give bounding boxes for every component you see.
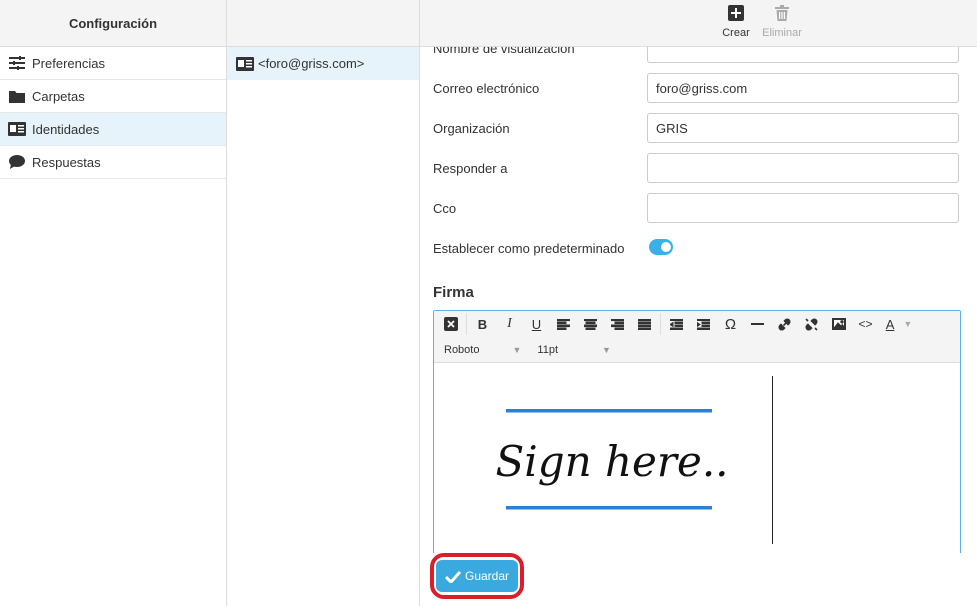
sidebar-item-preferences[interactable]: Preferencias [0,47,226,80]
font-family-select[interactable]: Roboto ▼ [444,344,521,356]
display-name-row: Nombre de visualización [433,47,960,65]
identity-form: Nombre de visualización Correo electróni… [420,47,977,553]
signature-image: Sign here.. [492,401,732,521]
email-input[interactable] [647,73,959,103]
folder-icon [8,87,26,105]
reply-to-label: Responder a [433,161,508,176]
reply-to-input[interactable] [647,153,959,183]
font-size-select[interactable]: 11pt ▼ [537,344,611,356]
editor-toolbar: B I U Ω <> A ▼ Roboto ▼ 11pt ▼ [434,311,960,363]
identities-list: <foro@griss.com> [227,0,420,606]
toolbar-divider [660,313,661,335]
settings-title: Configuración [0,0,226,47]
indent-icon[interactable] [690,312,717,336]
signature-heading: Firma [433,284,474,301]
clear-format-icon[interactable] [437,312,464,336]
image-icon[interactable] [825,312,852,336]
save-label: Guardar [464,569,510,583]
create-button[interactable]: Crear [716,3,756,43]
horizontal-rule-icon[interactable] [744,312,771,336]
check-icon [444,570,461,583]
identity-editor: Crear Eliminar Nombre de visualización C… [420,0,977,606]
bcc-input[interactable] [647,193,959,223]
comment-icon [8,153,26,171]
link-icon[interactable] [771,312,798,336]
reply-to-row: Responder a [433,153,960,185]
unlink-icon[interactable] [798,312,825,336]
text-caret [772,376,773,544]
align-center-icon[interactable] [577,312,604,336]
create-label: Crear [722,27,750,39]
chevron-down-icon: ▼ [602,345,611,355]
signature-editor: B I U Ω <> A ▼ Roboto ▼ 11pt ▼ Sign here… [433,310,961,553]
sidebar-item-label: Preferencias [32,55,105,71]
bold-icon[interactable]: B [469,312,496,336]
toolbar-divider [466,313,467,335]
underline-icon[interactable]: U [523,312,550,336]
sidebar-item-label: Carpetas [32,88,85,104]
id-card-icon [236,56,254,71]
chevron-down-icon: ▼ [512,345,522,355]
sidebar-item-label: Respuestas [32,154,101,170]
trash-icon [775,3,789,23]
identities-header [227,0,419,47]
email-row: Correo electrónico [433,73,960,105]
organization-row: Organización [433,113,960,145]
align-justify-icon[interactable] [631,312,658,336]
settings-sidebar: Configuración Preferencias Carpetas Iden… [0,0,227,606]
text-color-icon[interactable]: A ▼ [879,312,919,336]
signature-text: Sign here.. [495,437,728,486]
identity-label: <foro@griss.com> [258,56,365,71]
organization-input[interactable] [647,113,959,143]
delete-label: Eliminar [762,27,802,39]
organization-label: Organización [433,121,510,136]
italic-icon[interactable]: I [496,312,523,336]
default-toggle[interactable] [649,239,673,255]
sidebar-item-label: Identidades [32,121,100,137]
signature-content[interactable]: Sign here.. [434,363,960,553]
display-name-input[interactable] [647,47,959,63]
id-card-icon [8,120,26,138]
align-left-icon[interactable] [550,312,577,336]
sidebar-item-folders[interactable]: Carpetas [0,80,226,113]
bcc-label: Cco [433,201,457,216]
sliders-icon [8,54,26,72]
source-code-icon[interactable]: <> [852,312,879,336]
default-row: Establecer como predeterminado [433,233,960,265]
bcc-row: Cco [433,193,960,225]
save-button[interactable]: Guardar [436,560,518,592]
font-family-value: Roboto [444,344,480,356]
identity-item[interactable]: <foro@griss.com> [227,47,419,80]
plus-square-icon [728,3,744,23]
display-name-label: Nombre de visualización [433,47,575,56]
outdent-icon[interactable] [663,312,690,336]
font-size-value: 11pt [537,344,558,356]
delete-button[interactable]: Eliminar [762,3,802,43]
email-label: Correo electrónico [433,81,540,96]
main-toolbar: Crear Eliminar [420,0,977,47]
special-char-icon[interactable]: Ω [717,312,744,336]
sidebar-item-responses[interactable]: Respuestas [0,146,226,179]
default-label: Establecer como predeterminado [433,241,625,256]
align-right-icon[interactable] [604,312,631,336]
sidebar-item-identities[interactable]: Identidades [0,113,226,146]
